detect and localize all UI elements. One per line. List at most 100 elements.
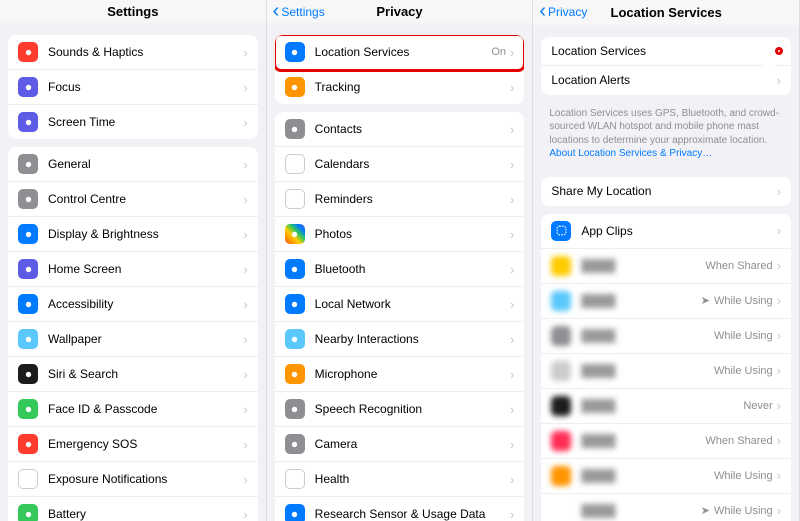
chevron-right-icon: › [243,367,247,382]
chevron-right-icon: › [777,328,781,343]
chevron-right-icon: › [510,332,514,347]
row-contacts[interactable]: Contacts› [275,112,525,147]
emergency-sos-label: Emergency SOS [48,437,243,451]
row-emergency-sos[interactable]: Emergency SOS› [8,427,258,462]
siri-search-icon [18,364,38,384]
tracking-label: Tracking [315,80,510,94]
photos-icon [285,224,305,244]
app-row[interactable]: ████While Using› [541,459,791,494]
app-row[interactable]: ████Never› [541,389,791,424]
row-camera[interactable]: Camera› [275,427,525,462]
app-clips-label: App Clips [581,224,776,238]
calendars-icon [285,154,305,174]
chevron-right-icon: › [510,122,514,137]
row-health[interactable]: Health› [275,462,525,497]
accessibility-label: Accessibility [48,297,243,311]
row-photos[interactable]: Photos› [275,217,525,252]
settings-scroll[interactable]: Sounds & Haptics›Focus›Screen Time› Gene… [0,23,266,521]
row-exposure-notifications[interactable]: Exposure Notifications› [8,462,258,497]
app-icon [551,256,571,276]
screen-time-icon [18,112,38,132]
row-calendars[interactable]: Calendars› [275,147,525,182]
app-row[interactable]: ████➤While Using› [541,284,791,319]
app-label: ████ [581,504,700,518]
chevron-right-icon: › [777,293,781,308]
row-local-network[interactable]: Local Network› [275,287,525,322]
app-icon [551,396,571,416]
chevron-right-icon: › [777,398,781,413]
row-general[interactable]: General› [8,147,258,182]
exposure-notifications-icon [18,469,38,489]
location-alerts-row[interactable]: Location Alerts › [541,66,791,95]
location-arrow-icon: ➤ [701,504,710,517]
note-text: Location Services uses GPS, Bluetooth, a… [549,108,779,146]
settings-header: Settings [0,0,266,23]
back-button[interactable]: Settings [273,5,325,19]
app-row[interactable]: ████While Using› [541,354,791,389]
share-location-label: Share My Location [551,184,776,198]
row-bluetooth[interactable]: Bluetooth› [275,252,525,287]
app-row[interactable]: ████When Shared› [541,424,791,459]
row-microphone[interactable]: Microphone› [275,357,525,392]
app-label: ████ [581,469,714,483]
row-screen-time[interactable]: Screen Time› [8,105,258,139]
chevron-right-icon: › [777,433,781,448]
row-battery[interactable]: Battery› [8,497,258,521]
focus-label: Focus [48,80,243,94]
chevron-right-icon: › [777,258,781,273]
row-sounds-haptics[interactable]: Sounds & Haptics› [8,35,258,70]
app-status: While Using [714,505,773,517]
home-screen-label: Home Screen [48,262,243,276]
row-wallpaper[interactable]: Wallpaper› [8,322,258,357]
row-research-sensor-usage-data[interactable]: Research Sensor & Usage Data› [275,497,525,521]
chevron-right-icon: › [510,262,514,277]
photos-label: Photos [315,227,510,241]
row-face-id-passcode[interactable]: Face ID & Passcode› [8,392,258,427]
about-privacy-link[interactable]: About Location Services & Privacy… [549,148,712,159]
location-services-icon [285,42,305,62]
chevron-right-icon: › [243,437,247,452]
row-tracking[interactable]: Tracking› [275,70,525,104]
chevron-right-icon: › [510,402,514,417]
bluetooth-icon [285,259,305,279]
nearby-interactions-label: Nearby Interactions [315,332,510,346]
row-siri-search[interactable]: Siri & Search› [8,357,258,392]
privacy-panel: Settings Privacy Location ServicesOn›Tra… [267,0,534,521]
location-scroll[interactable]: Location Services Location Alerts › Loca… [533,25,799,521]
row-accessibility[interactable]: Accessibility› [8,287,258,322]
location-alerts-label: Location Alerts [551,73,776,87]
accessibility-icon [18,294,38,314]
row-reminders[interactable]: Reminders› [275,182,525,217]
sounds-haptics-icon [18,42,38,62]
app-row[interactable]: ████While Using› [541,319,791,354]
app-status: While Using [714,470,773,482]
row-speech-recognition[interactable]: Speech Recognition› [275,392,525,427]
screen-time-label: Screen Time [48,115,243,129]
microphone-icon [285,364,305,384]
row-nearby-interactions[interactable]: Nearby Interactions› [275,322,525,357]
sounds-haptics-label: Sounds & Haptics [48,45,243,59]
row-focus[interactable]: Focus› [8,70,258,105]
location-panel: Privacy Location Services Location Servi… [533,0,800,521]
health-icon [285,469,305,489]
location-services-detail: On [491,46,506,58]
control-centre-label: Control Centre [48,192,243,206]
local-network-icon [285,294,305,314]
app-clips-row[interactable]: App Clips › [541,214,791,249]
app-status: When Shared [705,260,772,272]
app-row[interactable]: ████When Shared› [541,249,791,284]
row-location-services[interactable]: Location ServicesOn› [275,35,525,70]
privacy-scroll[interactable]: Location ServicesOn›Tracking› Contacts›C… [267,23,533,521]
app-icon [551,466,571,486]
row-home-screen[interactable]: Home Screen› [8,252,258,287]
row-display-brightness[interactable]: Display & Brightness› [8,217,258,252]
chevron-right-icon: › [510,80,514,95]
row-control-centre[interactable]: Control Centre› [8,182,258,217]
app-label: ████ [581,294,700,308]
chevron-right-icon: › [510,157,514,172]
app-row[interactable]: ████➤While Using› [541,494,791,521]
chevron-right-icon: › [777,73,781,88]
share-my-location-row[interactable]: Share My Location › [541,177,791,206]
page-title: Settings [107,4,158,19]
back-button[interactable]: Privacy [539,5,587,19]
